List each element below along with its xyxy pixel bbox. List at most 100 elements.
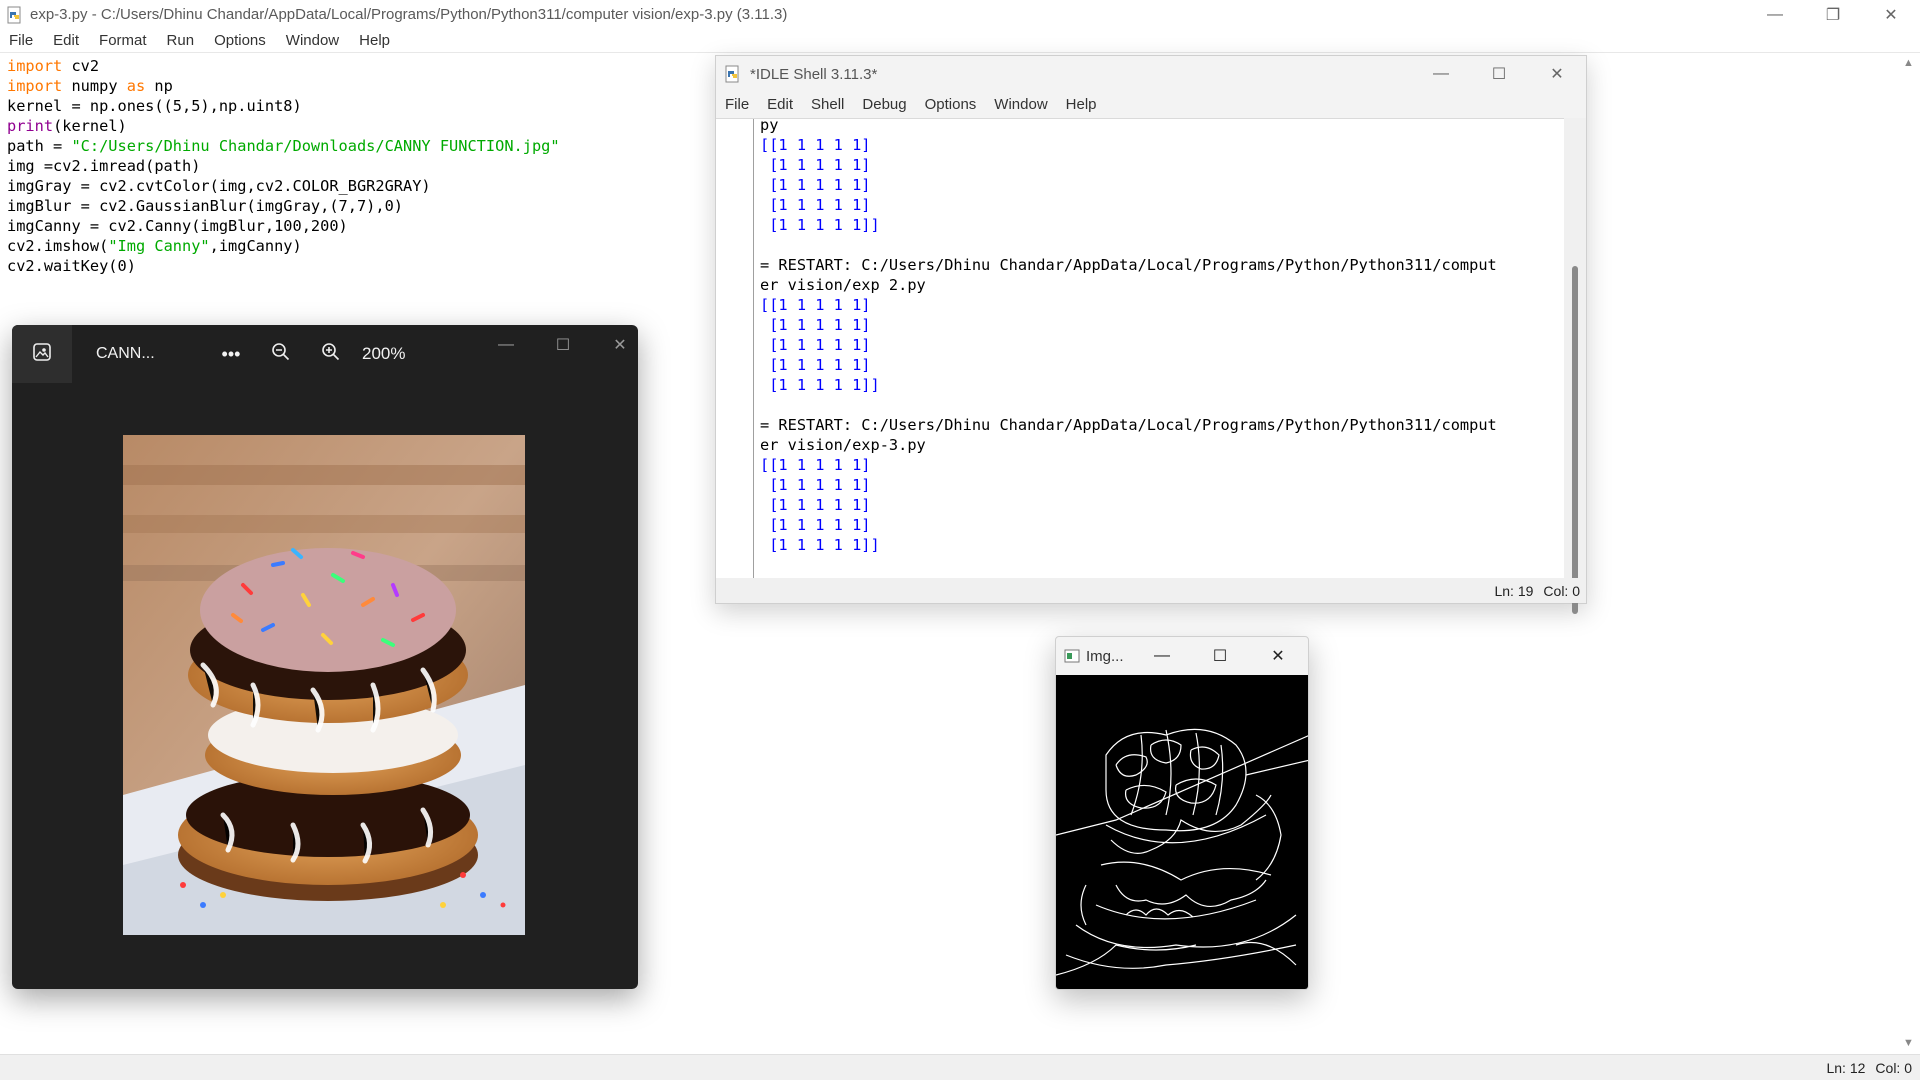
minimize-button[interactable]: — xyxy=(1746,0,1804,29)
shell-column-number: Col: 0 xyxy=(1543,583,1580,599)
shell-scrollbar[interactable] xyxy=(1564,118,1586,614)
code-line[interactable]: img =cv2.imread(path) xyxy=(7,156,560,176)
code-line[interactable]: cv2.imshow("Img Canny",imgCanny) xyxy=(7,236,560,256)
shell-output-line: [1 1 1 1 1] xyxy=(760,476,871,494)
code-line[interactable]: path = "C:/Users/Dhinu Chandar/Downloads… xyxy=(7,136,560,156)
shell-scrollbar-thumb[interactable] xyxy=(1572,266,1578,614)
shell-statusbar: Ln: 19 Col: 0 xyxy=(716,578,1586,603)
editor-titlebar: exp-3.py - C:/Users/Dhinu Chandar/AppDat… xyxy=(0,0,1920,29)
code-line[interactable]: print(kernel) xyxy=(7,116,560,136)
shell-output-line: [1 1 1 1 1] xyxy=(760,356,871,374)
code-line[interactable]: import cv2 xyxy=(7,56,560,76)
close-button[interactable]: ✕ xyxy=(1862,0,1920,29)
shell-message-line: = RESTART: C:/Users/Dhinu Chandar/AppDat… xyxy=(760,256,1497,274)
opencv-window-icon xyxy=(1064,648,1080,664)
shell-menu-window[interactable]: Window xyxy=(985,93,1056,117)
photos-maximize-button[interactable]: ☐ xyxy=(535,325,591,365)
shell-output-line: [1 1 1 1 1]] xyxy=(760,536,880,554)
shell-message-line xyxy=(760,235,1497,255)
menu-help[interactable]: Help xyxy=(349,29,400,53)
shell-output-line: [[1 1 1 1 1] xyxy=(760,136,871,154)
shell-message-line: er vision/exp-3.py xyxy=(760,436,926,454)
shell-menu-shell[interactable]: Shell xyxy=(802,93,853,117)
menu-window[interactable]: Window xyxy=(276,29,349,53)
idle-shell-window: *IDLE Shell 3.11.3* — ☐ ✕ File Edit Shel… xyxy=(715,55,1587,614)
restore-icon: ❐ xyxy=(1825,6,1841,24)
restore-button[interactable]: ❐ xyxy=(1804,0,1862,29)
canny-edge-image xyxy=(1056,675,1308,989)
minimize-icon: — xyxy=(1433,65,1449,82)
menu-file[interactable]: File xyxy=(0,29,43,53)
close-icon: ✕ xyxy=(1884,6,1898,24)
editor-scrollbar[interactable]: ▲ ▼ xyxy=(1898,55,1920,1053)
shell-maximize-button[interactable]: ☐ xyxy=(1470,56,1528,92)
shell-minimize-button[interactable]: — xyxy=(1412,56,1470,92)
editor-window-title: exp-3.py - C:/Users/Dhinu Chandar/AppDat… xyxy=(30,6,788,23)
more-icon: ••• xyxy=(221,343,241,364)
menu-format[interactable]: Format xyxy=(89,29,157,53)
shell-menu-help[interactable]: Help xyxy=(1057,93,1106,117)
code-line[interactable]: imgGray = cv2.cvtColor(img,cv2.COLOR_BGR… xyxy=(7,176,560,196)
code-line[interactable]: cv2.waitKey(0) xyxy=(7,256,560,276)
shell-output-text[interactable]: py [[1 1 1 1 1] [1 1 1 1 1] [1 1 1 1 1] [… xyxy=(760,115,1497,555)
maximize-icon: ☐ xyxy=(1212,648,1228,665)
zoom-level[interactable]: 200% xyxy=(362,344,405,364)
photos-close-button[interactable]: ✕ xyxy=(592,325,638,365)
canny-close-button[interactable]: ✕ xyxy=(1254,637,1302,675)
minimize-icon: — xyxy=(1767,5,1783,23)
shell-output-line: [[1 1 1 1 1] xyxy=(760,296,871,314)
shell-close-button[interactable]: ✕ xyxy=(1528,56,1586,92)
code-line[interactable]: import numpy as np xyxy=(7,76,560,96)
zoom-out-icon xyxy=(271,342,291,367)
scroll-down-icon[interactable]: ▼ xyxy=(1903,1037,1914,1049)
zoom-in-button[interactable] xyxy=(306,325,356,383)
zoom-out-button[interactable] xyxy=(256,325,306,383)
editor-line-number: Ln: 12 xyxy=(1826,1060,1866,1076)
photo-filename: CANN... xyxy=(96,345,155,362)
shell-menu-options[interactable]: Options xyxy=(916,93,986,117)
gallery-button[interactable] xyxy=(12,325,72,383)
maximize-icon: ☐ xyxy=(1491,66,1507,83)
close-icon: ✕ xyxy=(1550,66,1564,83)
close-icon: ✕ xyxy=(1271,648,1285,665)
maximize-icon: ☐ xyxy=(555,337,571,354)
scroll-up-icon[interactable]: ▲ xyxy=(1903,57,1914,69)
shell-output-line: [1 1 1 1 1] xyxy=(760,516,871,534)
shell-output-line: [1 1 1 1 1]] xyxy=(760,376,880,394)
canny-window-title: Img... xyxy=(1086,647,1124,665)
code-line[interactable]: imgBlur = cv2.GaussianBlur(imgGray,(7,7)… xyxy=(7,196,560,216)
canny-maximize-button[interactable]: ☐ xyxy=(1196,637,1244,675)
editor-statusbar: Ln: 12 Col: 0 xyxy=(0,1055,1920,1080)
minimize-icon: — xyxy=(1154,647,1170,664)
shell-output-line: [1 1 1 1 1]] xyxy=(760,216,880,234)
menu-options[interactable]: Options xyxy=(204,29,276,53)
menu-edit[interactable]: Edit xyxy=(43,29,89,53)
editor-menubar: File Edit Format Run Options Window Help xyxy=(0,29,1920,53)
shell-output-line: [1 1 1 1 1] xyxy=(760,336,871,354)
menu-run[interactable]: Run xyxy=(157,29,205,53)
shell-menu-edit[interactable]: Edit xyxy=(758,93,802,117)
shell-message-line: er vision/exp 2.py xyxy=(760,276,926,294)
shell-line-number: Ln: 19 xyxy=(1494,583,1534,599)
more-options-button[interactable]: ••• xyxy=(206,325,256,383)
python-file-icon xyxy=(6,6,24,24)
editor-code[interactable]: import cv2 import numpy as np kernel = np.… xyxy=(7,56,560,276)
shell-message-line: = RESTART: C:/Users/Dhinu Chandar/AppDat… xyxy=(760,416,1497,434)
editor-column-number: Col: 0 xyxy=(1875,1060,1912,1076)
canny-output-window: Img... — ☐ ✕ xyxy=(1055,636,1309,990)
gallery-icon xyxy=(32,342,52,367)
canny-minimize-button[interactable]: — xyxy=(1138,637,1186,675)
editor-window-controls: — ❐ ✕ xyxy=(1746,0,1920,29)
shell-output-area[interactable]: py [[1 1 1 1 1] [1 1 1 1 1] [1 1 1 1 1] [… xyxy=(716,115,1566,579)
shell-message-line xyxy=(760,395,1497,415)
canny-titlebar: Img... — ☐ ✕ xyxy=(1056,637,1308,675)
code-line[interactable]: kernel = np.ones((5,5),np.uint8) xyxy=(7,96,560,116)
shell-message-line: py xyxy=(760,116,779,134)
shell-menu-debug[interactable]: Debug xyxy=(853,93,915,117)
shell-output-line: [1 1 1 1 1] xyxy=(760,176,871,194)
shell-menu-file[interactable]: File xyxy=(716,93,758,117)
close-icon: ✕ xyxy=(613,337,627,354)
code-line[interactable]: imgCanny = cv2.Canny(imgBlur,100,200) xyxy=(7,216,560,236)
photos-minimize-button[interactable]: — xyxy=(478,325,534,365)
minimize-icon: — xyxy=(498,336,514,353)
